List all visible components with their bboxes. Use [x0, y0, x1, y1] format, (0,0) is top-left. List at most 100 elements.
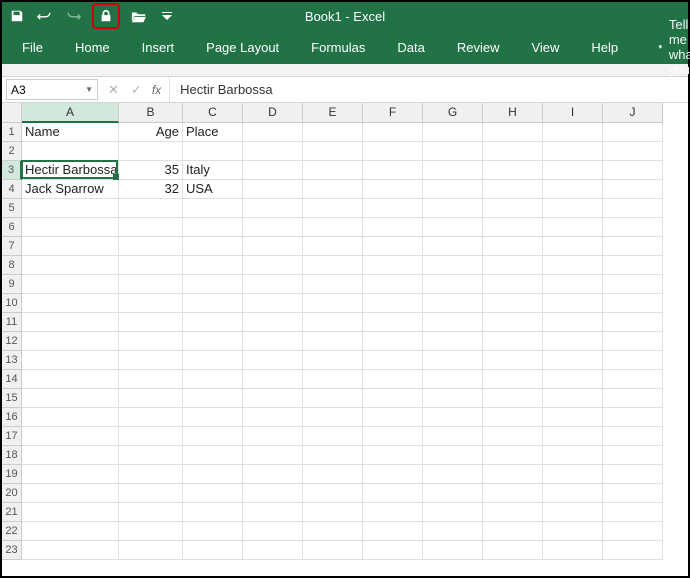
cell[interactable]	[363, 522, 423, 541]
cell[interactable]	[119, 218, 183, 237]
column-header[interactable]: E	[303, 103, 363, 123]
cell[interactable]	[303, 370, 363, 389]
cell[interactable]	[543, 218, 603, 237]
cell[interactable]	[483, 180, 543, 199]
cell[interactable]	[543, 256, 603, 275]
cell[interactable]	[22, 275, 119, 294]
tell-me-button[interactable]: Tell me what you w	[658, 17, 690, 77]
cell[interactable]	[543, 522, 603, 541]
cell[interactable]	[363, 465, 423, 484]
cell[interactable]	[423, 408, 483, 427]
cell[interactable]	[303, 484, 363, 503]
cell[interactable]	[543, 389, 603, 408]
cell[interactable]	[543, 503, 603, 522]
open-button[interactable]	[130, 7, 148, 25]
tab-home[interactable]: Home	[73, 36, 112, 59]
cell[interactable]	[483, 522, 543, 541]
row-header[interactable]: 5	[2, 199, 22, 218]
cell[interactable]	[303, 123, 363, 142]
column-header[interactable]: A	[22, 103, 119, 123]
cell[interactable]	[363, 351, 423, 370]
cell[interactable]	[303, 427, 363, 446]
cell[interactable]	[423, 389, 483, 408]
cell[interactable]	[603, 161, 663, 180]
row-header[interactable]: 17	[2, 427, 22, 446]
row-header[interactable]: 19	[2, 465, 22, 484]
cell[interactable]: USA	[183, 180, 243, 199]
cell[interactable]: Jack Sparrow	[22, 180, 119, 199]
cell[interactable]	[423, 351, 483, 370]
cell[interactable]	[22, 503, 119, 522]
cell[interactable]	[243, 294, 303, 313]
cell[interactable]	[483, 237, 543, 256]
cell[interactable]	[603, 332, 663, 351]
column-header[interactable]: F	[363, 103, 423, 123]
cell[interactable]	[243, 522, 303, 541]
cell[interactable]	[119, 256, 183, 275]
cell[interactable]	[22, 313, 119, 332]
cell[interactable]	[183, 427, 243, 446]
cell[interactable]	[303, 503, 363, 522]
cell[interactable]	[603, 218, 663, 237]
cell[interactable]	[603, 370, 663, 389]
cell[interactable]	[243, 465, 303, 484]
row-header[interactable]: 18	[2, 446, 22, 465]
cell[interactable]	[543, 484, 603, 503]
formula-input[interactable]: Hectir Barbossa	[169, 77, 688, 102]
cell[interactable]	[423, 256, 483, 275]
cell[interactable]	[363, 256, 423, 275]
cell[interactable]	[483, 199, 543, 218]
cell[interactable]	[183, 351, 243, 370]
cell[interactable]	[543, 180, 603, 199]
cell[interactable]	[119, 313, 183, 332]
cell[interactable]	[363, 237, 423, 256]
cell[interactable]	[543, 161, 603, 180]
column-header[interactable]: H	[483, 103, 543, 123]
cell[interactable]	[243, 237, 303, 256]
cell[interactable]	[423, 218, 483, 237]
save-button[interactable]	[8, 7, 26, 25]
column-header[interactable]: D	[243, 103, 303, 123]
row-header[interactable]: 12	[2, 332, 22, 351]
lock-icon[interactable]	[97, 7, 115, 25]
cell[interactable]	[303, 541, 363, 560]
cell[interactable]	[119, 237, 183, 256]
cell[interactable]	[183, 446, 243, 465]
cell[interactable]	[119, 351, 183, 370]
cell[interactable]	[22, 218, 119, 237]
cell[interactable]	[303, 389, 363, 408]
cell[interactable]	[543, 541, 603, 560]
cell[interactable]	[363, 503, 423, 522]
cell[interactable]	[243, 351, 303, 370]
cell[interactable]	[363, 541, 423, 560]
cell[interactable]	[363, 142, 423, 161]
cell[interactable]	[22, 332, 119, 351]
cell[interactable]	[183, 294, 243, 313]
cell[interactable]	[543, 199, 603, 218]
cell[interactable]	[423, 199, 483, 218]
cell[interactable]	[603, 522, 663, 541]
cell[interactable]	[603, 427, 663, 446]
cell[interactable]	[483, 313, 543, 332]
cell[interactable]	[363, 199, 423, 218]
cell[interactable]	[22, 370, 119, 389]
cell[interactable]	[183, 522, 243, 541]
cell[interactable]	[22, 142, 119, 161]
cell[interactable]	[243, 503, 303, 522]
column-header[interactable]: B	[119, 103, 183, 123]
cell[interactable]	[183, 237, 243, 256]
cell[interactable]	[183, 275, 243, 294]
column-header[interactable]: C	[183, 103, 243, 123]
select-all-corner[interactable]	[2, 103, 22, 123]
cell[interactable]	[303, 294, 363, 313]
cell[interactable]	[119, 522, 183, 541]
cell[interactable]	[363, 332, 423, 351]
cell[interactable]	[183, 199, 243, 218]
cell[interactable]	[603, 199, 663, 218]
cell[interactable]	[423, 237, 483, 256]
cell[interactable]	[22, 389, 119, 408]
row-header[interactable]: 8	[2, 256, 22, 275]
row-header[interactable]: 21	[2, 503, 22, 522]
cell[interactable]	[603, 541, 663, 560]
cell[interactable]	[183, 503, 243, 522]
